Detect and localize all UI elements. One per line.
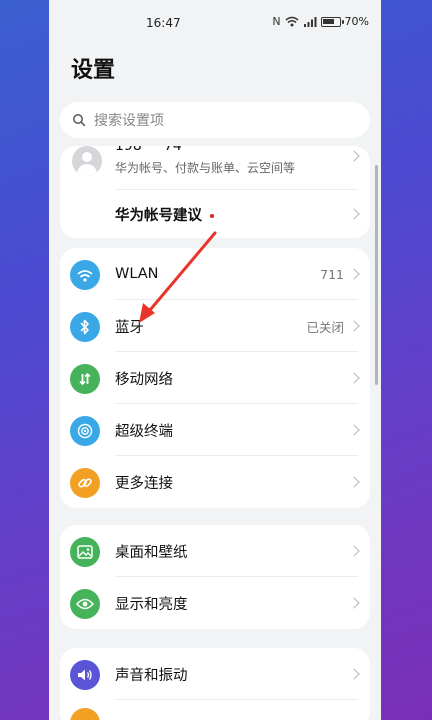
battery-percent: 70% <box>344 15 369 28</box>
status-bar: 16:47 N 70% <box>49 0 381 46</box>
scrollbar[interactable] <box>375 165 378 385</box>
page-title: 设置 <box>71 58 116 83</box>
bluetooth-icon <box>70 312 100 342</box>
account-card: 198 ··· 74 华为帐号、付款与账单、云空间等 华为帐号建议 <box>60 146 370 238</box>
settings-row-label: 更多连接 <box>115 475 173 492</box>
settings-row-label: 超级终端 <box>115 423 173 440</box>
search-placeholder: 搜索设置项 <box>94 113 164 129</box>
account-suggestion-label: 华为帐号建议 <box>115 207 202 224</box>
chevron-right-icon <box>348 150 360 162</box>
settings-row-label: 移动网络 <box>115 371 173 388</box>
settings-row-label: 蓝牙 <box>115 319 144 336</box>
phone-screen: 16:47 N 70% 设置 搜索设置项 198 ··· 74 华为帐号、付款与… <box>49 0 381 720</box>
settings-row-wlan[interactable]: WLAN 711 <box>60 248 370 300</box>
settings-row-more-connections[interactable]: 更多连接 <box>60 456 370 508</box>
partial-icon <box>70 708 100 720</box>
signal-icon <box>303 17 317 27</box>
settings-row-sound[interactable]: 声音和振动 <box>60 648 370 700</box>
display-card: 桌面和壁纸 显示和亮度 <box>60 525 370 629</box>
settings-row-value: 711 <box>320 266 344 282</box>
settings-row-label: 桌面和壁纸 <box>115 544 188 561</box>
account-subtitle: 华为帐号、付款与账单、云空间等 <box>115 161 296 175</box>
settings-row-next[interactable] <box>60 700 370 720</box>
settings-row-mobile-network[interactable]: 移动网络 <box>60 352 370 404</box>
account-row[interactable]: 198 ··· 74 华为帐号、付款与账单、云空间等 <box>60 146 370 192</box>
settings-row-wallpaper[interactable]: 桌面和壁纸 <box>60 525 370 577</box>
notification-dot <box>210 213 214 218</box>
link-icon <box>70 468 100 498</box>
settings-row-label: 显示和亮度 <box>115 596 188 613</box>
status-time: 16:47 <box>146 16 181 30</box>
chevron-right-icon <box>348 545 360 557</box>
settings-row-bluetooth[interactable]: 蓝牙 已关闭 <box>60 300 370 352</box>
wifi-status-icon <box>285 16 299 27</box>
chevron-right-icon <box>348 668 360 680</box>
chevron-right-icon <box>348 424 360 436</box>
eye-icon <box>70 589 100 619</box>
chevron-right-icon <box>348 268 360 280</box>
mobile-network-icon <box>70 364 100 394</box>
account-name: 198 ··· 74 <box>115 146 182 154</box>
chevron-right-icon <box>348 476 360 488</box>
connections-card: WLAN 711 蓝牙 已关闭 移动网络 超级终端 更多连接 <box>60 248 370 508</box>
chevron-right-icon <box>348 372 360 384</box>
nfc-icon: N <box>272 15 281 28</box>
settings-row-label: WLAN <box>115 266 159 282</box>
avatar <box>72 146 102 176</box>
chevron-right-icon <box>348 208 360 220</box>
settings-row-value: 已关闭 <box>306 319 344 335</box>
settings-row-super-device[interactable]: 超级终端 <box>60 404 370 456</box>
settings-row-label: 声音和振动 <box>115 667 188 684</box>
battery-icon <box>320 16 344 27</box>
status-icons: N 70% <box>272 15 369 28</box>
chevron-right-icon <box>348 320 360 332</box>
wifi-icon <box>70 260 100 290</box>
super-device-icon <box>70 416 100 446</box>
wallpaper-icon <box>70 537 100 567</box>
account-suggestion-row[interactable]: 华为帐号建议 <box>60 192 370 236</box>
sound-card: 声音和振动 <box>60 648 370 720</box>
speaker-icon <box>70 660 100 690</box>
chevron-right-icon <box>348 597 360 609</box>
search-input[interactable]: 搜索设置项 <box>60 102 370 138</box>
settings-row-display-brightness[interactable]: 显示和亮度 <box>60 577 370 629</box>
search-icon <box>73 114 86 127</box>
